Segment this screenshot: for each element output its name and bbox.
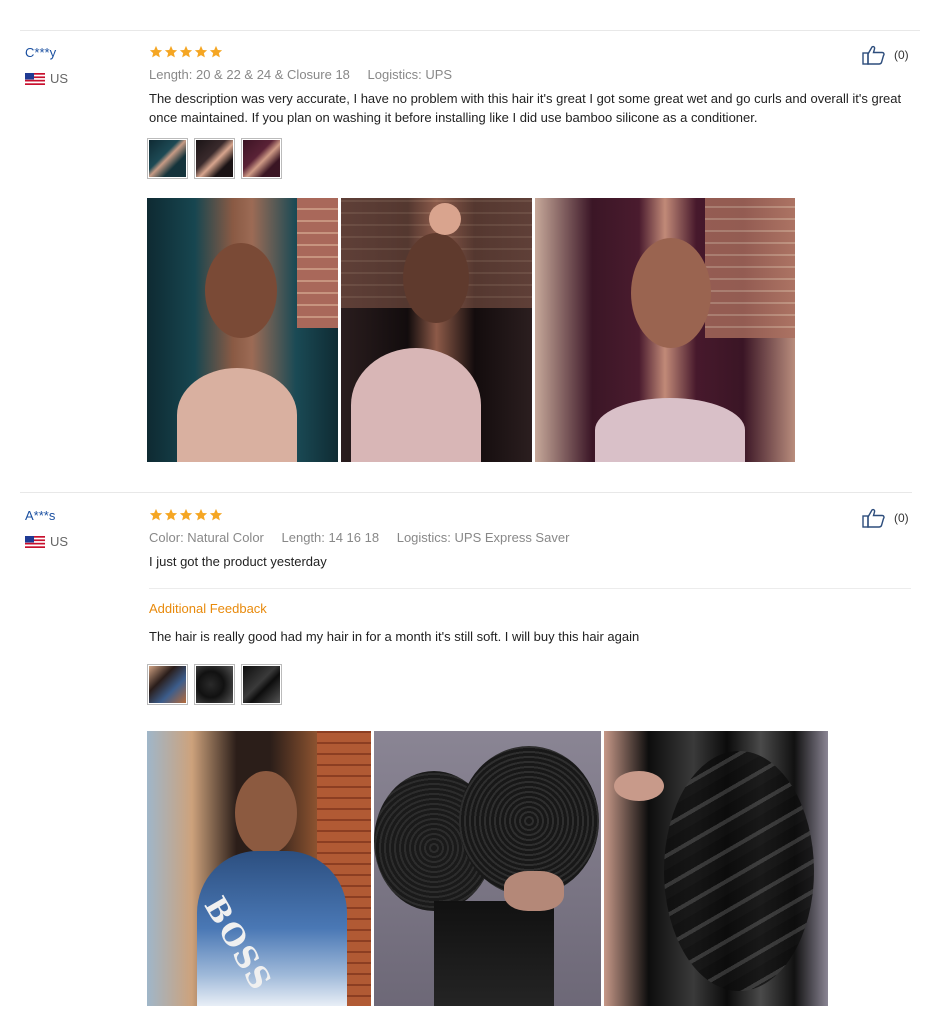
reviewer-name: A***s: [25, 508, 56, 523]
additional-feedback-title: Additional Feedback: [149, 601, 267, 616]
star-icon: [149, 45, 163, 58]
helpful-count: (0): [894, 48, 909, 62]
reviewer-name: C***y: [25, 45, 57, 60]
review-photo-thumbnail[interactable]: [147, 664, 188, 705]
star-icon: [164, 45, 178, 58]
meta-length: Length: 14 16 18: [281, 530, 380, 545]
star-icon: [149, 508, 163, 521]
customer-photo-body-wave[interactable]: [604, 731, 828, 1006]
meta-length: Length: 20 & 22 & 24 & Closure 18: [149, 67, 350, 82]
review-meta: Length: 20 & 22 & 24 & Closure 18 Logist…: [149, 67, 466, 82]
reviewer-country: US: [25, 71, 68, 86]
star-icon: [194, 508, 208, 521]
jacket-text: BOSS: [196, 891, 279, 998]
review-photos: BOSS: [147, 731, 828, 1006]
feedback-divider: [149, 588, 911, 589]
additional-feedback-text: The hair is really good had my hair in f…: [149, 629, 640, 644]
review-photo-thumbnail[interactable]: [241, 138, 282, 179]
review-photos: [147, 198, 795, 462]
star-icon: [209, 45, 223, 58]
star-rating: [149, 45, 223, 59]
customer-photo-wavy-hair[interactable]: [341, 198, 532, 462]
top-divider: [20, 30, 920, 31]
thumbs-up-icon: [862, 45, 885, 65]
meta-logistics: Logistics: UPS: [367, 67, 453, 82]
reviewer-country: US: [25, 534, 68, 549]
customer-photo-curly-hair[interactable]: BOSS: [147, 731, 371, 1006]
review-photo-thumbnail[interactable]: [241, 664, 282, 705]
customer-photo-wavy-hair[interactable]: [535, 198, 795, 462]
star-icon: [194, 45, 208, 58]
star-icon: [179, 45, 193, 58]
us-flag-icon: [25, 72, 45, 85]
star-icon: [179, 508, 193, 521]
customer-photo-wavy-hair[interactable]: [147, 198, 338, 462]
meta-color: Color: Natural Color: [149, 530, 264, 545]
thumbs-up-icon: [862, 508, 885, 528]
review-photo-thumbnail[interactable]: [194, 138, 235, 179]
review-text: The description was very accurate, I hav…: [149, 91, 902, 125]
helpful-button[interactable]: (0): [862, 508, 909, 528]
customer-photo-hair-bundles[interactable]: [374, 731, 601, 1006]
star-icon: [209, 508, 223, 521]
star-icon: [164, 508, 178, 521]
helpful-count: (0): [894, 511, 909, 525]
helpful-button[interactable]: (0): [862, 45, 909, 65]
review-divider: [20, 492, 912, 493]
photo-thumbnails: [147, 664, 282, 705]
us-flag-icon: [25, 535, 45, 548]
review-photo-thumbnail[interactable]: [147, 138, 188, 179]
review-meta: Color: Natural Color Length: 14 16 18 Lo…: [149, 530, 583, 545]
country-code: US: [50, 534, 69, 549]
country-code: US: [50, 71, 69, 86]
meta-logistics: Logistics: UPS Express Saver: [396, 530, 570, 545]
star-rating: [149, 508, 223, 522]
photo-thumbnails: [147, 138, 282, 179]
review-text: I just got the product yesterday: [149, 554, 327, 569]
review-photo-thumbnail[interactable]: [194, 664, 235, 705]
